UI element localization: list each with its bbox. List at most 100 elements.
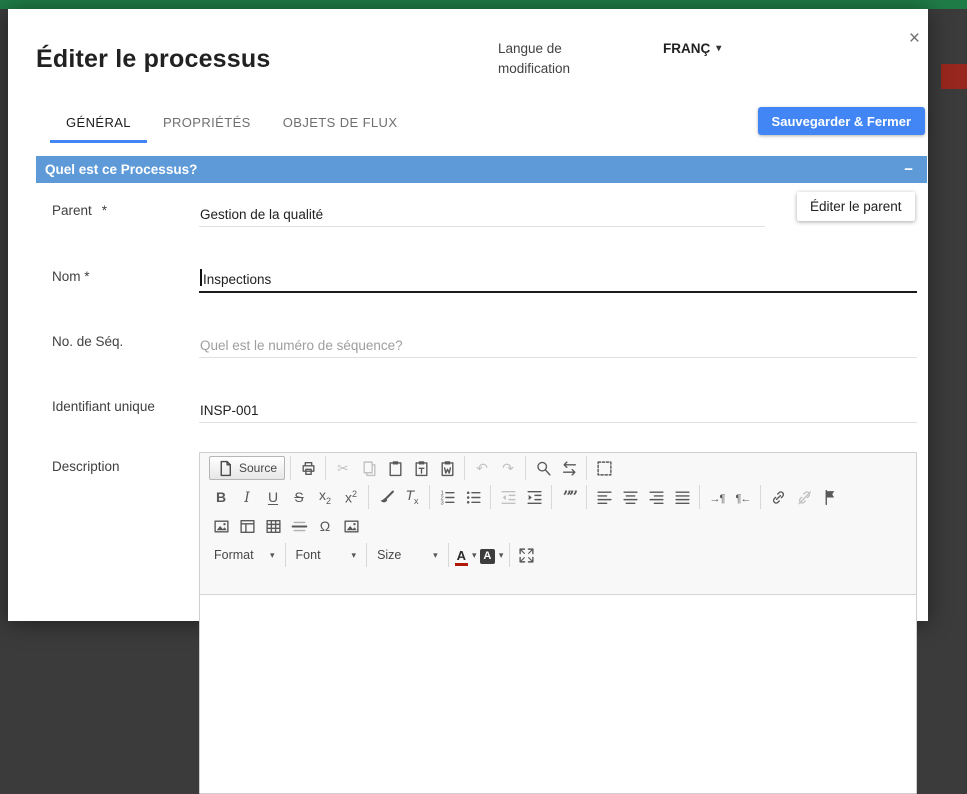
source-icon [217,460,234,477]
edit-process-dialog: Éditer le processus × Langue de modifica… [8,9,928,794]
copy-formatting-button[interactable] [374,485,398,509]
remove-format-icon: Tx [405,487,419,506]
print-icon [300,460,317,477]
paragraph-format-dropdown-label: Format [214,548,254,562]
editor-content-area[interactable] [200,594,916,793]
underline-button[interactable]: U [261,485,285,509]
replace-icon [561,460,578,477]
tab-general[interactable]: GÉNÉRAL [50,105,147,143]
paste-word-button[interactable] [435,456,459,480]
required-asterisk: * [101,203,108,218]
text-direction-rtl-button[interactable]: ¶← [731,485,755,509]
superscript-button[interactable]: x2 [339,485,363,509]
toolbar-group [587,485,700,509]
chevron-down-icon: ▾ [270,549,275,560]
save-close-button[interactable]: Sauvegarder & Fermer [757,107,925,135]
undo-button: ↶ [470,456,494,480]
subscript-icon: x2 [318,487,331,506]
insert-template-button[interactable] [235,514,259,538]
anchor-button[interactable] [818,485,842,509]
link-button[interactable] [766,485,790,509]
background-red-element [941,64,967,89]
toolbar-group [526,456,588,480]
sequence-input[interactable] [199,338,918,353]
toolbar-group: Ω [204,514,368,538]
insert-media-icon [343,518,360,535]
special-character-button[interactable]: Ω [313,514,337,538]
unique-id-input[interactable] [199,403,918,418]
italic-button[interactable]: I [235,485,259,509]
unique-id-field-underline [199,391,918,423]
anchor-icon [822,489,839,506]
toolbar-row-2: B I U Sx2 x2 Tx ”” →¶ ¶← [200,482,916,511]
print-button[interactable] [296,456,320,480]
strikethrough-icon: S [294,489,304,505]
toolbar-group: A ▾ A ▾ [449,543,510,567]
select-all-button[interactable] [592,456,616,480]
horizontal-rule-button[interactable] [287,514,311,538]
align-center-icon [622,489,639,506]
parent-label-text: Parent [52,203,92,218]
paste-button[interactable] [383,456,407,480]
sequence-label: No. de Séq. [52,334,124,349]
size-dropdown[interactable]: Size ▾ [371,543,444,567]
underline-icon: U [267,489,279,505]
section-header[interactable]: Quel est ce Processus? − [36,156,927,183]
bulleted-list-icon [465,489,482,506]
bold-button[interactable]: B [209,485,233,509]
link-icon [770,489,787,506]
unlink-button [792,485,816,509]
unique-id-label: Identifiant unique [52,399,155,414]
italic-icon: I [244,489,250,506]
text-color-button[interactable]: A ▾ [454,543,478,567]
edit-parent-button[interactable]: Éditer le parent [797,192,915,221]
parent-input[interactable] [199,207,766,222]
insert-table-button[interactable] [261,514,285,538]
chevron-down-icon: ▾ [498,549,504,560]
sequence-field-underline [199,326,918,358]
bulleted-list-button[interactable] [461,485,485,509]
align-right-icon [648,489,665,506]
maximize-button[interactable] [515,543,539,567]
copy-button [357,456,381,480]
numbered-list-button[interactable] [435,485,459,509]
align-right-button[interactable] [644,485,668,509]
copy-icon [361,460,378,477]
language-dropdown[interactable]: FRANÇ ▾ [663,41,721,56]
insert-image-button[interactable] [209,514,233,538]
close-icon[interactable]: × [909,29,920,48]
remove-format-button[interactable]: Tx [400,485,424,509]
blockquote-button[interactable]: ”” [557,485,581,509]
subscript-button[interactable]: x2 [313,485,337,509]
source-label: Source [239,461,278,475]
parent-label: Parent * [52,203,107,218]
redo-button: ↷ [496,456,520,480]
strikethrough-button[interactable]: S [287,485,311,509]
paragraph-format-dropdown[interactable]: Format ▾ [208,543,281,567]
find-button[interactable] [531,456,555,480]
font-dropdown[interactable]: Font ▾ [290,543,363,567]
align-center-button[interactable] [618,485,642,509]
tab-objets-de-flux[interactable]: OBJETS DE FLUX [267,105,414,143]
align-left-button[interactable] [592,485,616,509]
parent-field-row: Parent * [52,195,917,227]
name-input[interactable] [199,272,921,287]
source-button[interactable]: Source [209,456,286,480]
insert-media-button[interactable] [339,514,363,538]
unlink-icon [796,489,813,506]
tab-proprietes[interactable]: PROPRIÉTÉS [147,105,267,143]
insert-table-icon [265,518,282,535]
text-direction-ltr-button[interactable]: →¶ [705,485,729,509]
paste-text-button[interactable] [409,456,433,480]
tab-bar: GÉNÉRAL PROPRIÉTÉS OBJETS DE FLUX [50,105,413,143]
toolbar-group: Font ▾ [286,543,368,567]
collapse-icon[interactable]: − [904,161,927,178]
replace-button[interactable] [557,456,581,480]
align-justify-button[interactable] [670,485,694,509]
toolbar-row-1: Source ✂ ↶ ↷ [200,453,916,482]
chevron-down-icon: ▾ [472,549,477,560]
increase-indent-button[interactable] [522,485,546,509]
insert-template-icon [239,518,256,535]
background-color-button[interactable]: A ▾ [479,543,504,567]
chevron-down-icon: ▾ [716,43,722,54]
